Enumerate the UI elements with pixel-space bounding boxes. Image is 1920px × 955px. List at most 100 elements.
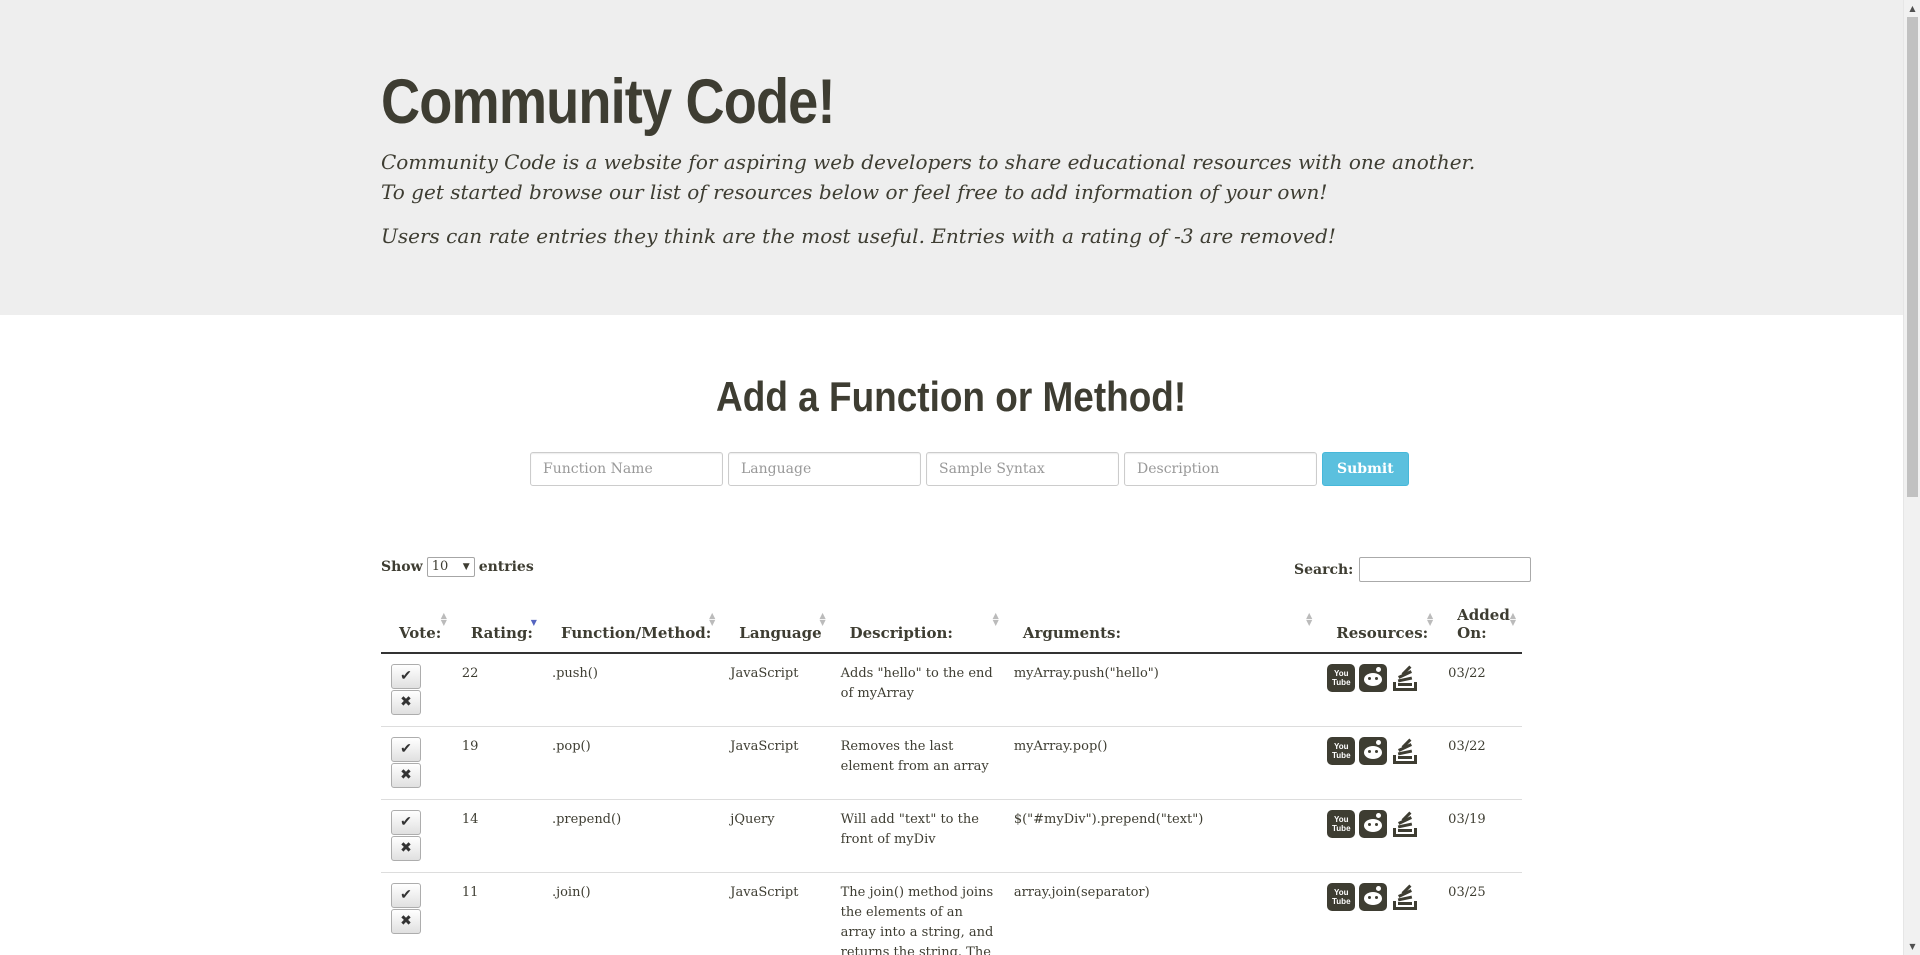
column-header-vote[interactable]: Vote: ▲ ▼ (381, 596, 453, 654)
scroll-up-icon[interactable]: ▲ (1904, 0, 1920, 17)
column-header-rating[interactable]: Rating: ▼ (452, 596, 543, 654)
description-input[interactable] (1124, 452, 1317, 486)
submit-button[interactable]: Submit (1322, 452, 1409, 486)
arguments-cell: myArray.pop() (1004, 726, 1319, 800)
stackoverflow-icon[interactable] (1391, 810, 1419, 838)
downvote-button[interactable]: ✖ (391, 836, 421, 861)
language-cell: JavaScript (721, 726, 832, 800)
upvote-button[interactable]: ✔ (391, 883, 421, 908)
sort-desc-icon: ▼ (530, 617, 537, 627)
sample-syntax-input[interactable] (926, 452, 1119, 486)
table-row: ✔ ✖ 22 .push() JavaScript Adds "hello" t… (381, 653, 1522, 727)
column-header-description[interactable]: Description: ▲ ▼ (831, 596, 1005, 654)
sort-icon: ▲ ▼ (440, 610, 447, 627)
add-function-heading: Add a Function or Method! (0, 373, 1903, 421)
sort-icon: ▲ ▼ (1509, 610, 1516, 627)
table-row: ✔ ✖ 11 .join() JavaScript The join() met… (381, 872, 1522, 955)
show-label: Show (381, 559, 423, 575)
language-cell: jQuery (721, 799, 832, 873)
sort-icon: ▲ ▼ (1306, 610, 1313, 627)
add-function-form: Submit (530, 452, 1409, 486)
reddit-icon[interactable] (1359, 664, 1388, 692)
vote-cell: ✔ ✖ (381, 726, 453, 800)
search-input[interactable] (1359, 557, 1532, 582)
rating-cell: 14 (452, 799, 543, 873)
checkmark-icon: ✔ (400, 741, 412, 757)
sort-icon: ▲ ▼ (709, 610, 716, 627)
column-header-function[interactable]: Function/Method: ▲ ▼ (542, 596, 722, 654)
youtube-icon[interactable]: You Tube (1327, 737, 1356, 765)
arguments-cell: myArray.push("hello") (1013, 666, 1159, 681)
downvote-button[interactable]: ✖ (391, 763, 421, 788)
column-header-language[interactable]: Language ▲ ▼ (721, 596, 832, 654)
column-header-label: Vote: (399, 624, 442, 642)
stackoverflow-icon[interactable] (1391, 883, 1419, 911)
reddit-icon[interactable] (1359, 810, 1388, 838)
search-label: Search: (1294, 561, 1354, 578)
sort-icon: ▲ ▼ (992, 610, 999, 627)
resources-cell: You Tube (1318, 799, 1440, 873)
column-header-added-on[interactable]: Added On: ▲ ▼ (1439, 596, 1522, 654)
scroll-down-icon[interactable]: ▼ (1904, 938, 1920, 955)
rating-cell: 19 (452, 726, 543, 800)
column-header-label: Added On: (1457, 606, 1510, 642)
vote-cell: ✔ ✖ (381, 799, 453, 873)
upvote-button[interactable]: ✔ (391, 737, 421, 762)
function-name-input[interactable] (530, 452, 723, 486)
rating-cell: 11 (452, 872, 543, 955)
description-cell: The join() method joins the elements of … (831, 872, 1005, 955)
page-scrollbar[interactable]: ▲ ▼ (1903, 0, 1920, 955)
language-cell: JavaScript (721, 872, 832, 955)
checkmark-icon: ✔ (400, 887, 412, 903)
arguments-cell: array.join(separator) (1004, 872, 1319, 955)
functions-table: Vote: ▲ ▼ Rating: ▼ Function/Method: ▲ ▼ Lang… (381, 596, 1522, 955)
table-row: ✔ ✖ 14 .prepend() jQuery Will add "text"… (381, 799, 1522, 873)
youtube-icon[interactable]: You Tube (1327, 883, 1356, 911)
table-search: Search: (1294, 557, 1532, 582)
upvote-button[interactable]: ✔ (391, 810, 421, 835)
entries-select[interactable]: 10 ▼ (426, 557, 475, 577)
scrollbar-thumb[interactable] (1907, 17, 1918, 497)
resources-cell: You Tube (1318, 726, 1440, 800)
entries-length-control: Show 10 ▼ entries (381, 557, 534, 577)
resources-cell: You Tube (1318, 653, 1439, 727)
reddit-icon[interactable] (1359, 737, 1388, 765)
description-cell: Removes the last element from an array (831, 726, 1005, 800)
column-header-label: Language (739, 624, 822, 642)
sort-icon: ▲ ▼ (819, 610, 826, 627)
vote-cell: ✔ ✖ (381, 872, 453, 955)
column-header-resources[interactable]: Resources: ▲ ▼ (1318, 596, 1440, 654)
intro-paragraph: Users can rate entries they think are th… (381, 224, 1336, 248)
language-input[interactable] (728, 452, 921, 486)
added-on-cell: 03/25 (1439, 872, 1522, 955)
reddit-icon[interactable] (1359, 883, 1388, 911)
column-header-label: Description: (849, 624, 953, 642)
x-icon: ✖ (400, 840, 412, 856)
column-header-label: Resources: (1336, 624, 1429, 642)
arguments-cell: $("#myDiv").prepend("text") (1004, 799, 1319, 873)
column-header-label: Rating: (470, 624, 533, 642)
sort-icon: ▲ ▼ (1427, 610, 1434, 627)
stackoverflow-icon[interactable] (1391, 664, 1419, 692)
youtube-icon[interactable]: You Tube (1327, 664, 1356, 692)
added-on-cell: 03/22 (1448, 666, 1486, 681)
downvote-button[interactable]: ✖ (391, 909, 421, 934)
function-cell: .push() (551, 666, 598, 681)
column-header-arguments[interactable]: Arguments: ▲ ▼ (1004, 596, 1319, 654)
jumbotron: Community Code! Community Code is a webs… (0, 0, 1903, 315)
description-cell: Will add "text" to the front of myDiv (831, 799, 1005, 873)
intro-paragraph: Community Code is a website for aspiring… (381, 150, 1476, 204)
youtube-icon[interactable]: You Tube (1327, 810, 1356, 838)
stackoverflow-icon[interactable] (1391, 737, 1419, 765)
downvote-button[interactable]: ✖ (391, 690, 421, 715)
x-icon: ✖ (400, 767, 412, 783)
upvote-button[interactable]: ✔ (391, 664, 421, 689)
column-header-label: Function/Method: (560, 624, 712, 642)
function-cell: .prepend() (542, 799, 722, 873)
x-icon: ✖ (400, 694, 412, 710)
table-header-row: Vote: ▲ ▼ Rating: ▼ Function/Method: ▲ ▼ Lang… (381, 596, 1522, 654)
rating-cell: 22 (461, 666, 479, 681)
entries-label: entries (478, 559, 534, 575)
vote-cell: ✔ ✖ (381, 653, 453, 727)
table-row: ✔ ✖ 19 .pop() JavaScript Removes the las… (381, 726, 1522, 800)
